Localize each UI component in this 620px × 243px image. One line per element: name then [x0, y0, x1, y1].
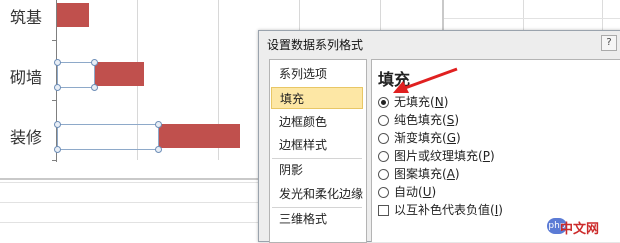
duration-bar[interactable] [57, 3, 89, 27]
radio-icon [378, 115, 389, 126]
radio-icon [378, 97, 389, 108]
selected-start-bar[interactable] [57, 62, 95, 88]
radio-pattern-fill[interactable]: 图案填充(A) [378, 166, 460, 182]
nav-item-border-color[interactable]: 边框颜色 [271, 111, 363, 133]
help-button[interactable]: ? [601, 35, 617, 51]
dialog-title: 设置数据系列格式 [267, 38, 364, 52]
nav-item-series-options[interactable]: 系列选项 [271, 63, 363, 85]
format-data-series-dialog: 设置数据系列格式 ? 系列选项 填充 边框颜色 边框样式 阴影 发光和柔化边缘 … [258, 30, 620, 243]
radio-no-fill[interactable]: 无填充(N) [378, 94, 448, 110]
radio-icon [378, 133, 389, 144]
category-nav: 系列选项 填充 边框颜色 边框样式 阴影 发光和柔化边缘 三维格式 [269, 59, 367, 243]
nav-item-fill[interactable]: 填充 [271, 87, 363, 109]
duration-bar[interactable] [94, 62, 144, 86]
checkbox-icon [378, 205, 389, 216]
invert-negative-checkbox[interactable]: 以互补色代表负值(I) [378, 202, 503, 218]
watermark-text: 中文网 [560, 222, 600, 237]
nav-item-border-style[interactable]: 边框样式 [271, 134, 363, 156]
nav-item-3d-format[interactable]: 三维格式 [271, 208, 363, 230]
nav-item-shadow[interactable]: 阴影 [271, 159, 363, 181]
radio-icon [378, 151, 389, 162]
duration-bar[interactable] [158, 124, 240, 148]
radio-automatic[interactable]: 自动(U) [378, 184, 436, 200]
radio-icon [378, 169, 389, 180]
radio-gradient-fill[interactable]: 渐变填充(G) [378, 130, 461, 146]
category-label: 砌墙 [10, 68, 43, 87]
radio-solid-fill[interactable]: 纯色填充(S) [378, 112, 459, 128]
category-label: 装修 [10, 128, 43, 147]
category-label: 筑基 [10, 8, 43, 27]
selected-start-bar[interactable] [57, 124, 159, 150]
radio-picture-fill[interactable]: 图片或纹理填充(P) [378, 148, 495, 164]
nav-item-glow[interactable]: 发光和柔化边缘 [271, 183, 363, 205]
annotation-arrow-icon [393, 67, 458, 93]
radio-icon [378, 187, 389, 198]
